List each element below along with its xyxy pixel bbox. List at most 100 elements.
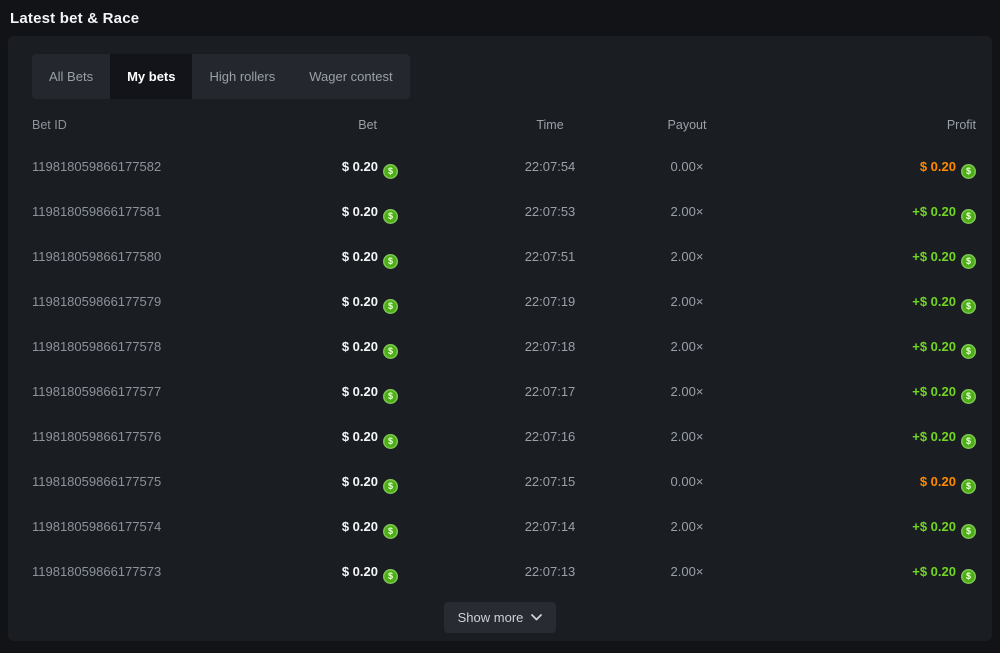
profit-amount: +$ 0.20 $: [776, 504, 976, 549]
currency-coin-icon: $: [383, 209, 398, 224]
profit-amount: +$ 0.20$: [776, 324, 976, 369]
show-more-container: Show more: [24, 602, 976, 633]
table-row[interactable]: 119818059866177576$ 0.20$22:07:162.00×+$…: [24, 414, 976, 459]
payout-multiplier: 2.00×: [592, 279, 782, 324]
payout-multiplier: 2.00×: [592, 189, 782, 234]
bet-amount: $ 0.20 $: [262, 549, 398, 594]
currency-coin-icon: $: [961, 479, 976, 494]
bet-amount: $ 0.20 $: [262, 459, 398, 504]
bet-amount-value: $ 0.20: [342, 519, 378, 534]
bet-id: 119818059866177574: [32, 504, 161, 549]
table-body: 119818059866177582$ 0.20$22:07:540.00×$ …: [24, 144, 976, 594]
bet-amount: $ 0.20$: [262, 324, 398, 369]
bet-amount: $ 0.20 $: [262, 414, 398, 459]
bet-id: 119818059866177582: [32, 144, 161, 189]
bet-amount-value: $ 0.20: [342, 384, 378, 399]
tab-my-bets[interactable]: My bets: [110, 54, 192, 99]
bet-amount: $ 0.20$: [262, 234, 398, 279]
profit-amount-value: +$ 0.20: [912, 204, 956, 219]
currency-coin-icon: $: [383, 479, 398, 494]
profit-amount-value: +$ 0.20: [912, 429, 956, 444]
payout-multiplier: 2.00×: [592, 414, 782, 459]
profit-amount: +$ 0.20 $: [776, 414, 976, 459]
profit-amount-value: +$ 0.20: [912, 564, 956, 579]
currency-coin-icon: $: [961, 299, 976, 314]
bet-id: 119818059866177573: [32, 549, 161, 594]
tab-bar: All BetsMy betsHigh rollersWager contest: [32, 54, 410, 99]
bet-id: 119818059866177579: [32, 279, 161, 324]
currency-coin-icon: $: [961, 209, 976, 224]
payout-multiplier: 0.00×: [592, 459, 782, 504]
currency-coin-icon: $: [383, 299, 398, 314]
table-row[interactable]: 119818059866177581$ 0.20$22:07:532.00×+$…: [24, 189, 976, 234]
profit-amount: $ 0.20 $: [776, 459, 976, 504]
table-row[interactable]: 119818059866177574$ 0.20$22:07:142.00×+$…: [24, 504, 976, 549]
currency-coin-icon: $: [383, 389, 398, 404]
payout-multiplier: 2.00×: [592, 324, 782, 369]
profit-amount-value: $ 0.20: [920, 474, 956, 489]
profit-amount: +$ 0.20 $: [776, 189, 976, 234]
table-row[interactable]: 119818059866177575$ 0.20$22:07:150.00×$ …: [24, 459, 976, 504]
bet-amount: $ 0.20 $: [262, 369, 398, 414]
payout-multiplier: 2.00×: [592, 234, 782, 279]
payout-multiplier: 2.00×: [592, 549, 782, 594]
page-title: Latest bet & Race: [0, 0, 1000, 36]
bet-amount-value: $ 0.20: [342, 159, 378, 174]
bet-id: 119818059866177578: [32, 324, 161, 369]
bet-id: 119818059866177580: [32, 234, 161, 279]
table-row[interactable]: 119818059866177577$ 0.20$22:07:172.00×+$…: [24, 369, 976, 414]
bet-amount: $ 0.20$: [262, 144, 398, 189]
table-header-row: Bet IDBetTimePayoutProfit: [24, 115, 976, 135]
table-row[interactable]: 119818059866177573$ 0.20$22:07:132.00×+$…: [24, 549, 976, 594]
profit-amount: +$ 0.20 $: [776, 549, 976, 594]
payout-multiplier: 2.00×: [592, 369, 782, 414]
bet-amount: $ 0.20 $: [262, 279, 398, 324]
profit-amount: +$ 0.20 $: [776, 369, 976, 414]
tab-high-rollers[interactable]: High rollers: [192, 54, 292, 99]
currency-coin-icon: $: [383, 524, 398, 539]
chevron-down-icon: [531, 614, 542, 621]
profit-amount: +$ 0.20 $: [776, 234, 976, 279]
bet-id: 119818059866177581: [32, 189, 161, 234]
bet-id: 119818059866177575: [32, 459, 161, 504]
bet-id: 119818059866177576: [32, 414, 161, 459]
profit-amount: $ 0.20$: [776, 144, 976, 189]
currency-coin-icon: $: [961, 434, 976, 449]
profit-amount-value: +$ 0.20: [912, 384, 956, 399]
show-more-label: Show more: [458, 610, 524, 625]
bet-amount-value: $ 0.20: [342, 564, 378, 579]
bet-amount: $ 0.20 $: [262, 504, 398, 549]
latest-bets-panel: All BetsMy betsHigh rollersWager contest…: [8, 36, 992, 641]
tab-all-bets[interactable]: All Bets: [32, 54, 110, 99]
tab-wager-contest[interactable]: Wager contest: [292, 54, 409, 99]
column-header-bet: Bet: [262, 115, 398, 135]
profit-amount-value: +$ 0.20: [912, 249, 956, 264]
currency-coin-icon: $: [961, 164, 976, 179]
bet-amount-value: $ 0.20: [342, 294, 378, 309]
currency-coin-icon: $: [961, 254, 976, 269]
column-header-bet-id: Bet ID: [32, 115, 67, 135]
bet-id: 119818059866177577: [32, 369, 161, 414]
profit-amount: +$ 0.20 $: [776, 279, 976, 324]
currency-coin-icon: $: [383, 569, 398, 584]
table-row[interactable]: 119818059866177578$ 0.20$22:07:182.00×+$…: [24, 324, 976, 369]
currency-coin-icon: $: [383, 434, 398, 449]
bet-amount-value: $ 0.20: [342, 204, 378, 219]
profit-amount-value: +$ 0.20: [912, 519, 956, 534]
column-header-payout: Payout: [592, 115, 782, 135]
table-row[interactable]: 119818059866177580$ 0.20$22:07:512.00×+$…: [24, 234, 976, 279]
profit-amount-value: +$ 0.20: [912, 339, 956, 354]
payout-multiplier: 2.00×: [592, 504, 782, 549]
currency-coin-icon: $: [961, 569, 976, 584]
payout-multiplier: 0.00×: [592, 144, 782, 189]
bet-amount-value: $ 0.20: [342, 474, 378, 489]
table-row[interactable]: 119818059866177579$ 0.20$22:07:192.00×+$…: [24, 279, 976, 324]
table-row[interactable]: 119818059866177582$ 0.20$22:07:540.00×$ …: [24, 144, 976, 189]
bet-amount-value: $ 0.20: [342, 429, 378, 444]
bet-amount: $ 0.20 $: [262, 189, 398, 234]
currency-coin-icon: $: [961, 524, 976, 539]
currency-coin-icon: $: [961, 389, 976, 404]
show-more-button[interactable]: Show more: [444, 602, 557, 633]
column-header-profit: Profit: [776, 115, 976, 135]
profit-amount-value: +$ 0.20: [912, 294, 956, 309]
